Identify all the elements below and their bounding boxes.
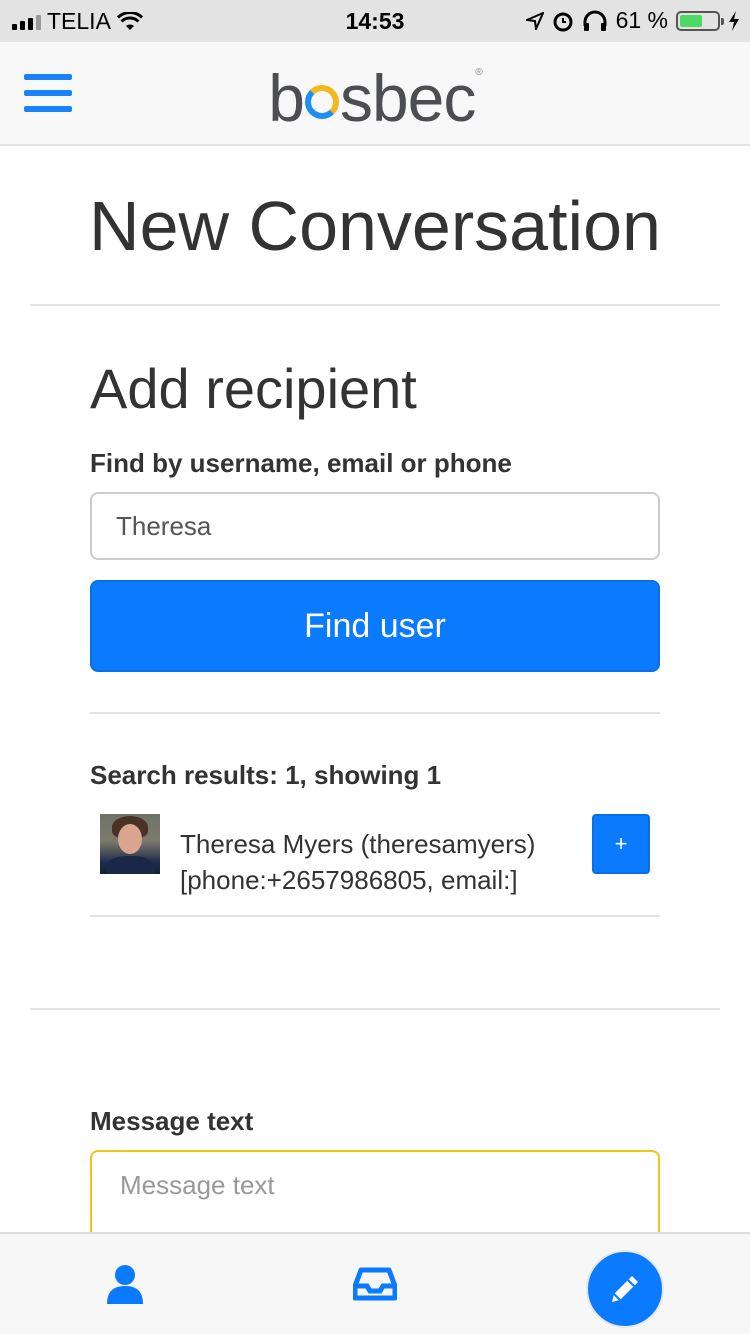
search-results-summary: Search results: 1, showing 1 bbox=[90, 760, 442, 790]
headphones-icon bbox=[583, 10, 607, 31]
status-bar: TELIA 14:53 61 % bbox=[0, 0, 750, 42]
section-divider bbox=[30, 1008, 720, 1010]
find-user-button[interactable]: Find user bbox=[90, 580, 660, 672]
avatar bbox=[100, 814, 160, 874]
app-header: b sbec® bbox=[0, 42, 750, 146]
compose-button[interactable] bbox=[586, 1250, 664, 1328]
add-recipient-button[interactable]: + bbox=[592, 814, 650, 874]
message-label: Message text bbox=[90, 1106, 254, 1136]
search-input[interactable] bbox=[90, 492, 660, 560]
logo-ring bbox=[304, 85, 339, 119]
search-label: Find by username, email or phone bbox=[90, 448, 512, 478]
title-divider bbox=[30, 304, 720, 306]
add-recipient-heading: Add recipient bbox=[90, 357, 417, 420]
result-contact: [phone:+2657986805, email:] bbox=[180, 865, 518, 895]
compose-pencil-icon bbox=[612, 1276, 638, 1302]
results-divider bbox=[90, 712, 660, 714]
user-icon[interactable] bbox=[103, 1262, 147, 1306]
location-arrow-icon bbox=[525, 11, 544, 30]
list-item: Theresa Myers (theresamyers) [phone:+265… bbox=[180, 826, 535, 898]
bottom-nav bbox=[0, 1232, 750, 1334]
inbox-icon[interactable] bbox=[352, 1262, 398, 1306]
battery-percent: 61 % bbox=[615, 7, 668, 33]
page-title: New Conversation bbox=[89, 187, 661, 265]
battery-icon bbox=[676, 10, 724, 31]
status-right: 61 % bbox=[525, 7, 740, 34]
charging-bolt-icon bbox=[729, 10, 739, 31]
result-divider bbox=[90, 915, 660, 917]
alarm-icon bbox=[553, 12, 573, 31]
battery-level-fill bbox=[680, 14, 702, 27]
result-name: Theresa Myers (theresamyers) bbox=[180, 829, 536, 859]
bosbec-logo: b sbec® bbox=[268, 61, 483, 135]
